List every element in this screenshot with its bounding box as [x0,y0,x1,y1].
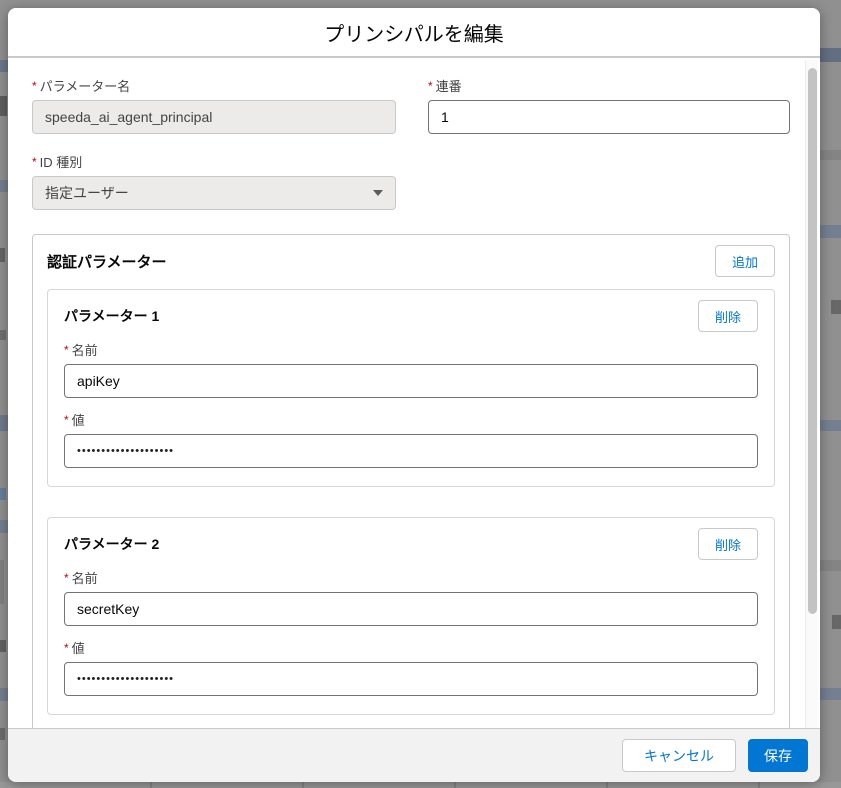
save-button[interactable]: 保存 [748,739,808,772]
field-parameter-name: *パラメーター名 [32,78,396,134]
delete-parameter-2-button[interactable]: 削除 [698,528,758,560]
backdrop-fragment [820,560,841,571]
backdrop-fragment [831,300,841,314]
backdrop-fragment [820,420,841,431]
parameter-1-name-input[interactable] [64,364,758,398]
required-marker: * [64,641,69,655]
backdrop-fragment [0,415,8,431]
backdrop-fragment [0,520,8,533]
parameter-2-value-input[interactable] [64,662,758,696]
backdrop-fragment [0,180,8,192]
backdrop-fragment [0,60,8,72]
backdrop-fragment [0,488,6,500]
parameter-2-title: パラメーター 2 [64,534,159,554]
parameter-1-name-label: *名前 [64,342,758,359]
required-marker: * [32,155,37,169]
field-parameter-2-name: *名前 [64,570,758,626]
modal-footer: キャンセル 保存 [8,728,820,782]
parameter-1-value-input[interactable] [64,434,758,468]
parameter-2-name-label: *名前 [64,570,758,587]
auth-section-title: 認証パラメーター [47,251,167,272]
required-marker: * [64,413,69,427]
field-id-type: *ID 種別 指定ユーザー [32,154,790,210]
parameter-1-value-label: *値 [64,412,758,429]
parameter-name-input [32,100,396,134]
backdrop-fragment [820,150,841,160]
parameter-1-title: パラメーター 1 [64,306,159,326]
delete-parameter-1-button[interactable]: 削除 [698,300,758,332]
required-marker: * [32,79,37,93]
modal-scrollbar-thumb[interactable] [808,68,817,614]
backdrop-fragment [832,615,841,629]
parameter-name-label: *パラメーター名 [32,78,396,95]
field-parameter-2-value: *値 [64,640,758,696]
backdrop-fragment [820,48,841,62]
required-marker: * [64,343,69,357]
backdrop-fragment [0,560,4,604]
backdrop-bottom-strip [0,782,841,788]
modal-scrollbar-track[interactable] [805,60,818,728]
cancel-button[interactable]: キャンセル [622,739,736,772]
sequence-input[interactable] [428,100,790,134]
backdrop-fragment [0,248,5,262]
backdrop-fragment [0,96,7,116]
parameter-card-1: パラメーター 1 削除 *名前 *値 [47,289,775,487]
parameter-card-2: パラメーター 2 削除 *名前 *値 [47,517,775,715]
add-parameter-button[interactable]: 追加 [715,245,775,277]
modal-body: *パラメーター名 *連番 *ID 種別 指定ユーザー 認証パラメーター 追加 [8,58,820,728]
backdrop-fragment [0,728,5,740]
edit-principal-modal: プリンシパルを編集 *パラメーター名 *連番 *ID 種別 指定ユーザー 認証 [8,8,820,782]
backdrop-fragment [0,688,8,701]
required-marker: * [428,79,433,93]
backdrop-fragment [820,225,841,238]
parameter-2-name-input[interactable] [64,592,758,626]
id-type-select: 指定ユーザー [32,176,396,210]
id-type-label: *ID 種別 [32,154,790,171]
field-parameter-1-value: *値 [64,412,758,468]
required-marker: * [64,571,69,585]
modal-header: プリンシパルを編集 [8,8,820,58]
sequence-label: *連番 [428,78,790,95]
backdrop-fragment [820,688,841,700]
modal-title: プリンシパルを編集 [324,18,503,47]
field-sequence: *連番 [428,78,790,134]
backdrop-fragment [0,640,6,652]
field-parameter-1-name: *名前 [64,342,758,398]
chevron-down-icon [373,190,383,196]
backdrop-fragment [0,330,6,340]
parameter-2-value-label: *値 [64,640,758,657]
auth-parameters-section: 認証パラメーター 追加 パラメーター 1 削除 *名前 *値 [32,234,790,728]
id-type-selected-value: 指定ユーザー [45,183,129,203]
